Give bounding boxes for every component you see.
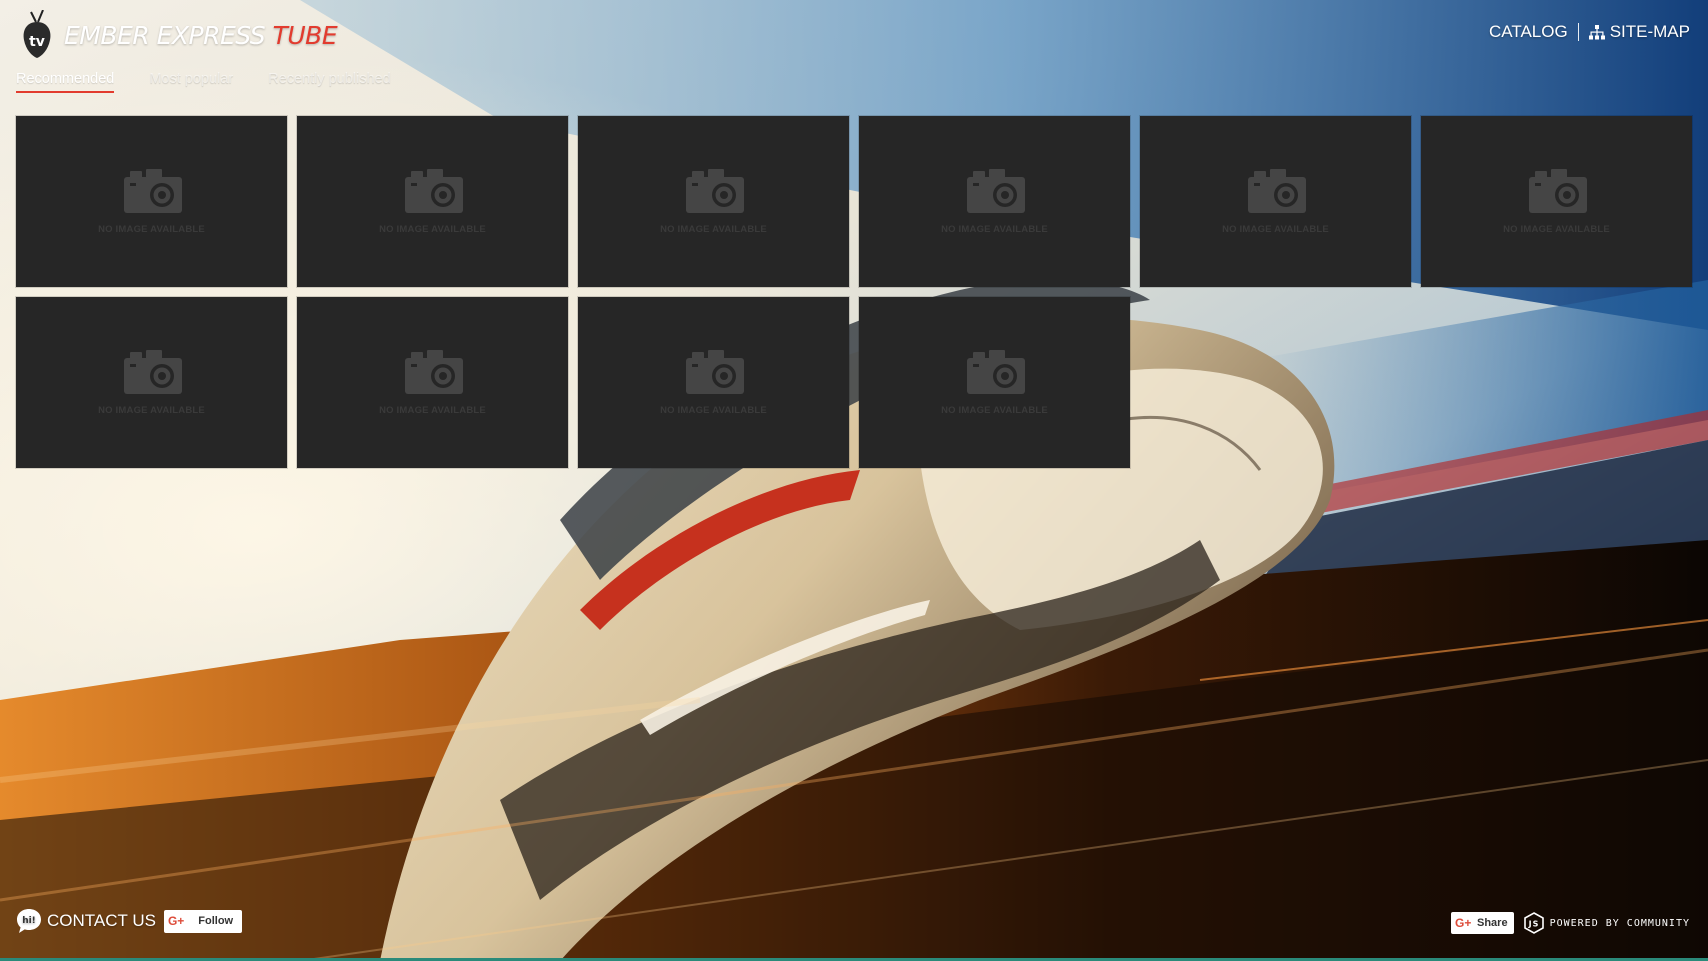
camera-icon	[967, 350, 1025, 394]
no-image-label: NO IMAGE AVAILABLE	[98, 224, 205, 235]
google-plus-follow-button[interactable]: G+ Follow	[163, 909, 242, 933]
content-tabs: Recommended Most popular Recently publis…	[16, 71, 426, 93]
video-thumbnail[interactable]: NO IMAGE AVAILABLE	[16, 297, 287, 468]
site-logo[interactable]: tv EMBER EXPRESS TUBE	[22, 10, 338, 58]
google-plus-icon: G+	[167, 914, 185, 928]
camera-icon	[686, 350, 744, 394]
nodejs-hexagon-icon: JS	[1523, 912, 1544, 934]
chat-icon-text: hi!	[22, 916, 36, 926]
site-title: EMBER EXPRESS TUBE	[64, 21, 338, 50]
footer-share: G+ Share JS POWERED BY COMMUNITY	[1451, 912, 1690, 934]
no-image-label: NO IMAGE AVAILABLE	[1503, 224, 1610, 235]
camera-icon	[405, 169, 463, 213]
video-thumbnail[interactable]: NO IMAGE AVAILABLE	[578, 297, 849, 468]
tab-recommended[interactable]: Recommended	[16, 71, 115, 93]
page-root: tv EMBER EXPRESS TUBE CATALOG SITE-MAP R…	[0, 0, 1708, 961]
powered-by-link[interactable]: JS POWERED BY COMMUNITY	[1523, 912, 1690, 934]
camera-icon	[405, 350, 463, 394]
no-image-label: NO IMAGE AVAILABLE	[941, 224, 1048, 235]
video-thumbnail[interactable]: NO IMAGE AVAILABLE	[297, 297, 568, 468]
no-image-label: NO IMAGE AVAILABLE	[660, 405, 767, 416]
video-grid: NO IMAGE AVAILABLE NO IMAGE AVAILABLE NO I…	[16, 116, 1692, 468]
camera-icon	[686, 169, 744, 213]
no-image-label: NO IMAGE AVAILABLE	[941, 405, 1048, 416]
no-image-label: NO IMAGE AVAILABLE	[98, 405, 205, 416]
chat-bubble-icon: hi!	[17, 909, 41, 933]
sitemap-link[interactable]: SITE-MAP	[1588, 22, 1690, 42]
site-title-accent: TUBE	[272, 21, 338, 50]
tab-recently-published[interactable]: Recently published	[268, 71, 391, 93]
contact-us-label: CONTACT US	[47, 911, 156, 930]
video-thumbnail[interactable]: NO IMAGE AVAILABLE	[859, 116, 1130, 287]
google-plus-share-button[interactable]: G+ Share	[1451, 912, 1514, 934]
camera-icon	[1529, 169, 1587, 213]
no-image-label: NO IMAGE AVAILABLE	[1222, 224, 1329, 235]
tab-most-popular[interactable]: Most popular	[149, 71, 233, 93]
sitemap-icon	[1588, 24, 1605, 39]
video-thumbnail[interactable]: NO IMAGE AVAILABLE	[1140, 116, 1411, 287]
logo-icon-text: tv	[29, 34, 45, 50]
sitemap-label: SITE-MAP	[1609, 22, 1690, 41]
video-thumbnail[interactable]: NO IMAGE AVAILABLE	[297, 116, 568, 287]
camera-icon	[124, 169, 182, 213]
video-thumbnail[interactable]: NO IMAGE AVAILABLE	[578, 116, 849, 287]
no-image-label: NO IMAGE AVAILABLE	[379, 405, 486, 416]
site-title-main: EMBER EXPRESS	[64, 21, 273, 50]
camera-icon	[967, 169, 1025, 213]
video-thumbnail[interactable]: NO IMAGE AVAILABLE	[859, 297, 1130, 468]
google-plus-share-icon: G+	[1455, 916, 1472, 930]
camera-icon	[1248, 169, 1306, 213]
powered-by-label: POWERED BY COMMUNITY	[1549, 917, 1690, 929]
tv-logo-icon: tv	[23, 10, 51, 58]
contact-us-link[interactable]: hi! CONTACT US	[16, 908, 156, 934]
video-thumbnail[interactable]: NO IMAGE AVAILABLE	[16, 116, 287, 287]
top-nav: CATALOG SITE-MAP	[1489, 22, 1690, 42]
svg-text:JS: JS	[1527, 920, 1539, 929]
catalog-link[interactable]: CATALOG	[1489, 22, 1568, 42]
nav-divider	[1577, 23, 1579, 41]
follow-label: Follow	[198, 915, 234, 927]
share-label: Share	[1477, 917, 1508, 929]
camera-icon	[124, 350, 182, 394]
video-thumbnail[interactable]: NO IMAGE AVAILABLE	[1421, 116, 1692, 287]
no-image-label: NO IMAGE AVAILABLE	[379, 224, 486, 235]
no-image-label: NO IMAGE AVAILABLE	[660, 224, 767, 235]
footer-contact: hi! CONTACT US G+ Follow	[16, 908, 242, 934]
